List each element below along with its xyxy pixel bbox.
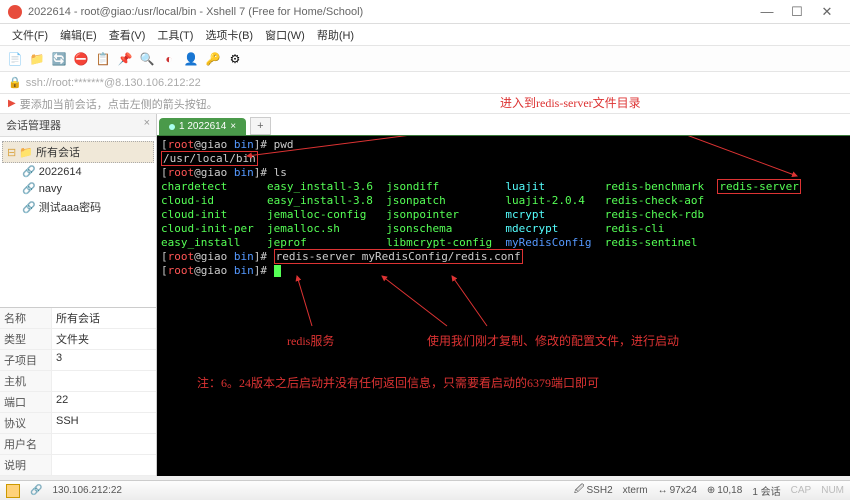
tree-item[interactable]: 🔗 测试aaa密码	[18, 197, 154, 217]
prop-val: SSH	[52, 413, 156, 433]
new-tab-button[interactable]: +	[250, 117, 270, 135]
prop-val: 所有会话	[52, 308, 156, 328]
status-ip: 130.106.212:22	[52, 485, 122, 496]
annotation-config: 使用我们刚才复制、修改的配置文件，进行启动	[427, 334, 679, 348]
status-size: ↔ 97x24	[658, 485, 697, 496]
panel-header: 会话管理器 ×	[0, 114, 156, 137]
prop-val: 文件夹	[52, 329, 156, 349]
key-icon[interactable]: 🔑	[204, 50, 222, 68]
settings-icon[interactable]: ⚙	[226, 50, 244, 68]
prop-val	[52, 434, 156, 454]
session-icon: 🔗	[22, 183, 36, 195]
menu-help[interactable]: 帮助(H)	[311, 25, 360, 45]
flag-icon: ▶	[8, 98, 16, 109]
terminal-tabs: 1 2022614× +	[157, 114, 850, 136]
hint-text: 要添加当前会话，点击左侧的箭头按钮。	[20, 96, 218, 112]
paste-icon[interactable]: 📌	[116, 50, 134, 68]
open-icon[interactable]: 📁	[28, 50, 46, 68]
tab-close-icon[interactable]: ×	[230, 121, 236, 132]
menu-window[interactable]: 窗口(W)	[259, 25, 311, 45]
annotation-service: redis服务	[287, 334, 334, 348]
status-term: xterm	[623, 485, 648, 496]
properties-grid: 名称所有会话 类型文件夹 子项目3 主机 端口22 协议SSH 用户名 说明	[0, 307, 156, 476]
toolbar: 📄 📁 🔄 ⛔ 📋 📌 🔍 ◐ 👤 🔑 ⚙	[0, 46, 850, 72]
app-logo-icon	[8, 5, 22, 19]
menubar: 文件(F) 编辑(E) 查看(V) 工具(T) 选项卡(B) 窗口(W) 帮助(…	[0, 24, 850, 46]
tree-item[interactable]: 🔗 2022614	[18, 163, 154, 180]
palette-icon[interactable]: ◐	[160, 50, 178, 68]
maximize-button[interactable]: ☐	[782, 4, 812, 20]
status-ssh: 🖉 SSH2	[574, 482, 613, 499]
titlebar: 2022614 - root@giao:/usr/local/bin - Xsh…	[0, 0, 850, 24]
address-bar[interactable]: 🔒 ssh://root:*******@8.130.106.212:22	[0, 72, 850, 94]
user-icon[interactable]: 👤	[182, 50, 200, 68]
pwd-output: /usr/local/bin	[161, 151, 258, 166]
prop-key: 协议	[0, 413, 52, 433]
reconnect-icon[interactable]: 🔄	[50, 50, 68, 68]
menu-edit[interactable]: 编辑(E)	[54, 25, 103, 45]
prop-val: 3	[52, 350, 156, 370]
statusbar: 🔗 130.106.212:22 🖉 SSH2 xterm ↔ 97x24 ⊕ …	[0, 480, 850, 500]
num-indicator: NUM	[821, 485, 844, 496]
status-dot-icon	[169, 124, 175, 130]
prop-key: 主机	[0, 371, 52, 391]
prop-key: 名称	[0, 308, 52, 328]
prop-key: 类型	[0, 329, 52, 349]
prop-key: 子项目	[0, 350, 52, 370]
close-button[interactable]: ✕	[812, 4, 842, 20]
status-pos: ⊕ 10,18	[707, 485, 742, 496]
prop-val	[52, 371, 156, 391]
cursor	[274, 265, 281, 277]
menu-tools[interactable]: 工具(T)	[151, 25, 199, 45]
window-title: 2022614 - root@giao:/usr/local/bin - Xsh…	[28, 6, 752, 18]
minimize-button[interactable]: —	[752, 4, 782, 19]
status-icon[interactable]	[6, 484, 20, 498]
terminal-area: 1 2022614× + [root@giao bin]# pwd /usr/l…	[157, 114, 850, 476]
new-session-icon[interactable]: 📄	[6, 50, 24, 68]
annotation-note: 注：6。24版本之后启动并没有任何返回信息，只需要看启动的6379端口即可	[197, 376, 599, 390]
menu-file[interactable]: 文件(F)	[6, 25, 54, 45]
terminal[interactable]: [root@giao bin]# pwd /usr/local/bin [roo…	[157, 136, 850, 476]
hint-bar: ▶ 要添加当前会话，点击左侧的箭头按钮。	[0, 94, 850, 114]
lock-icon: 🔒	[8, 76, 22, 89]
panel-title: 会话管理器	[6, 117, 61, 133]
disconnect-icon[interactable]: ⛔	[72, 50, 90, 68]
status-sessions: 1 会话	[752, 483, 780, 498]
status-icon[interactable]: 🔗	[30, 485, 42, 496]
redis-server-item: redis-server	[717, 179, 800, 194]
copy-icon[interactable]: 📋	[94, 50, 112, 68]
search-icon[interactable]: 🔍	[138, 50, 156, 68]
session-tree: ⊟ 📁 所有会话 🔗 2022614 🔗 navy 🔗 测试aaa密码	[0, 137, 156, 307]
folder-icon: ⊟ 📁	[7, 147, 33, 159]
address-text: ssh://root:*******@8.130.106.212:22	[26, 77, 201, 89]
prop-key: 说明	[0, 455, 52, 475]
panel-close-icon[interactable]: ×	[144, 117, 150, 133]
prop-key: 用户名	[0, 434, 52, 454]
prop-val	[52, 455, 156, 475]
session-icon: 🔗	[22, 202, 36, 214]
menu-view[interactable]: 查看(V)	[103, 25, 152, 45]
caps-indicator: CAP	[791, 485, 812, 496]
tree-item[interactable]: 🔗 navy	[18, 180, 154, 197]
prop-val: 22	[52, 392, 156, 412]
start-command: redis-server myRedisConfig/redis.conf	[274, 249, 523, 264]
session-icon: 🔗	[22, 166, 36, 178]
tree-root[interactable]: ⊟ 📁 所有会话	[2, 141, 154, 163]
session-manager-panel: 会话管理器 × ⊟ 📁 所有会话 🔗 2022614 🔗 navy 🔗 测试aa…	[0, 114, 157, 476]
prop-key: 端口	[0, 392, 52, 412]
menu-tabs[interactable]: 选项卡(B)	[199, 25, 259, 45]
tab-session[interactable]: 1 2022614×	[159, 118, 246, 135]
